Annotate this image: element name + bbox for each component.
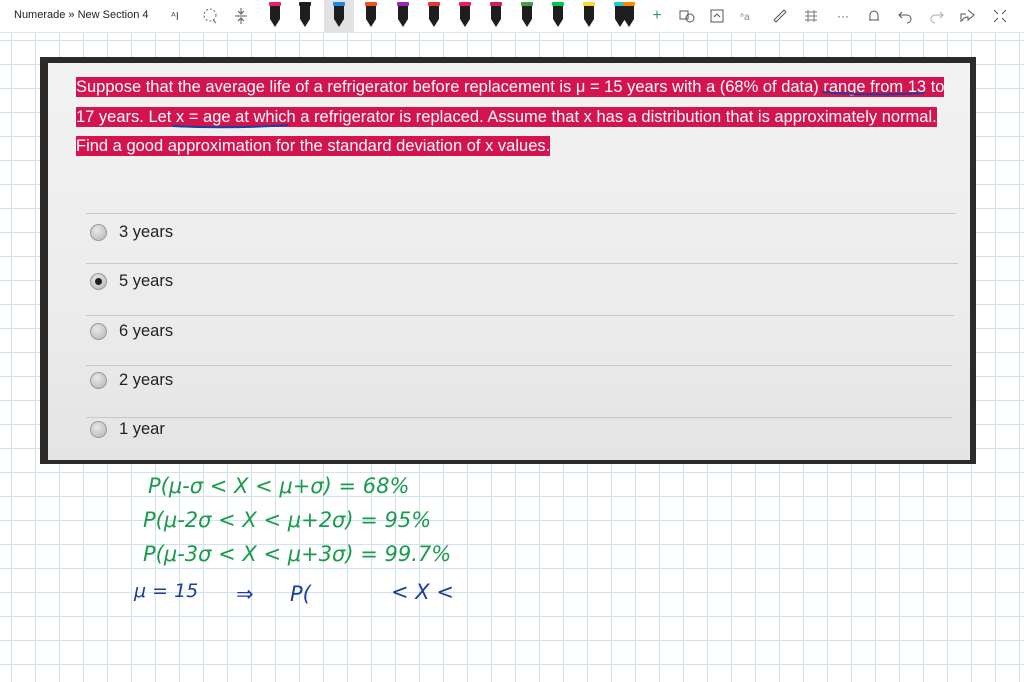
handwritten-line-2: P(μ-2σ < X < μ+2σ) = 95% <box>143 508 432 532</box>
handwritten-inequality: < X < <box>391 580 454 604</box>
handwritten-mu-15: μ = 15 <box>134 580 199 602</box>
handwritten-implies: ⇒ <box>236 582 254 606</box>
handwritten-line-3: P(μ-3σ < X < μ+3σ) = 99.7% <box>143 542 452 566</box>
handwritten-line-1: P(μ-σ < X < μ+σ) = 68% <box>148 474 410 498</box>
handwritten-prob-start: P( <box>290 582 311 606</box>
